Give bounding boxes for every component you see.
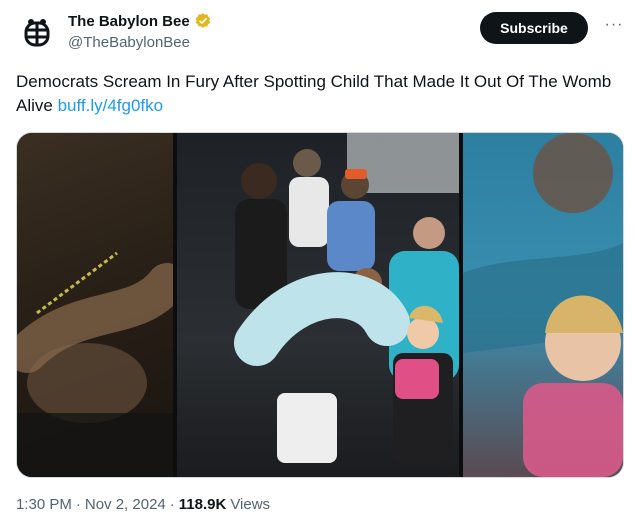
media-panel-center	[177, 133, 459, 477]
more-options-icon[interactable]: ···	[604, 17, 624, 38]
tweet-link[interactable]: buff.ly/4fg0fko	[58, 96, 164, 115]
meta-separator: ·	[169, 496, 175, 513]
bee-logo-icon	[24, 19, 50, 47]
tweet-header: The Babylon Bee @TheBabylonBee Subscribe…	[16, 10, 624, 58]
meta-separator: ·	[75, 496, 81, 513]
tweet-meta: 1:30 PM · Nov 2, 2024 · 118.9K Views	[16, 496, 270, 513]
views-label: Views	[230, 496, 271, 513]
display-name[interactable]: The Babylon Bee	[68, 13, 190, 30]
media-panel-left	[17, 133, 173, 477]
tweet-time[interactable]: 1:30 PM	[16, 496, 72, 513]
verified-badge-icon	[195, 13, 210, 28]
name-row: The Babylon Bee	[68, 12, 212, 30]
tweet-media[interactable]	[16, 132, 624, 478]
views-count: 118.9K	[178, 496, 227, 513]
left-crop-illustration	[17, 251, 173, 477]
tweet-text: Democrats Scream In Fury After Spotting …	[16, 70, 624, 118]
center-scene-illustration	[234, 133, 459, 463]
media-panel-right	[463, 133, 623, 477]
tweet-date[interactable]: Nov 2, 2024	[85, 496, 166, 513]
right-crop-illustration	[463, 133, 623, 477]
handle[interactable]: @TheBabylonBee	[68, 34, 190, 51]
subscribe-button[interactable]: Subscribe	[480, 12, 588, 44]
avatar[interactable]	[16, 12, 58, 54]
